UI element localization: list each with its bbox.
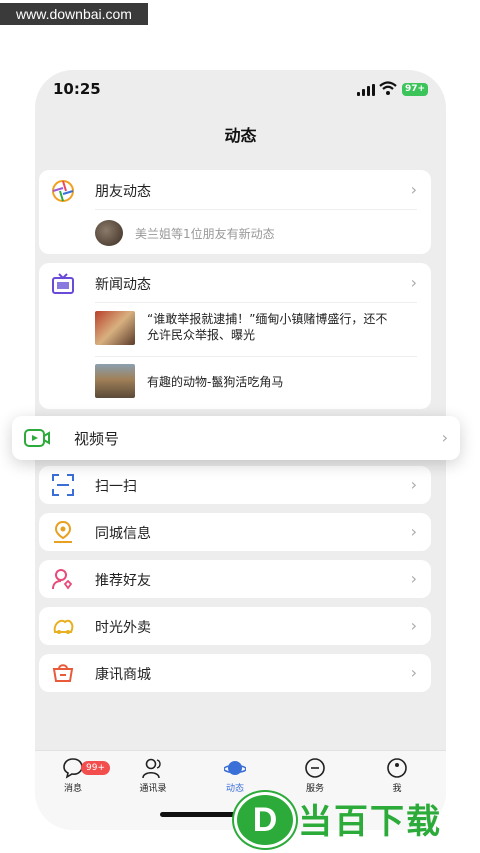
friend-update-text: 美兰姐等1位朋友有新动态	[135, 227, 275, 241]
channels-row-highlight[interactable]: 视频号 ›	[12, 416, 460, 460]
tab-services[interactable]: 服务	[285, 757, 345, 794]
logo-letter: D	[234, 792, 296, 848]
menu-mall[interactable]: 康讯商城 ›	[39, 654, 431, 692]
menu-label: 推荐好友	[95, 573, 151, 589]
chevron-right-icon: ›	[410, 273, 417, 292]
scan-icon	[52, 474, 74, 496]
tab-label: 消息	[63, 784, 82, 794]
chevron-right-icon: ›	[410, 569, 417, 588]
news-thumbnail	[95, 311, 135, 345]
news-row[interactable]: 新闻动态 ›	[39, 263, 431, 303]
location-icon	[54, 520, 72, 543]
menu-local-info[interactable]: 同城信息 ›	[39, 513, 431, 551]
chevron-right-icon: ›	[410, 180, 417, 199]
news-card[interactable]: 新闻动态 › “谁敢举报就逮捕！”缅甸小镇赌博盛行，还不 允许民众举报、曝光 有…	[39, 263, 431, 409]
news-title-line: “谁敢举报就逮捕！”缅甸小镇赌博盛行，还不	[147, 312, 388, 326]
menu-recommend-friends[interactable]: 推荐好友 ›	[39, 560, 431, 598]
tab-moments[interactable]: 动态	[205, 757, 265, 794]
news-title-line: 允许民众举报、曝光	[147, 328, 256, 342]
mall-icon	[52, 664, 74, 682]
moments-camera-icon	[52, 180, 74, 202]
chevron-right-icon: ›	[410, 616, 417, 635]
moments-label: 朋友动态	[95, 184, 151, 200]
channels-label: 视频号	[74, 430, 120, 448]
news-label: 新闻动态	[95, 277, 151, 293]
moments-card[interactable]: 朋友动态 › 美兰姐等1位朋友有新动态	[39, 170, 431, 254]
news-item[interactable]: “谁敢举报就逮捕！”缅甸小镇赌博盛行，还不 允许民众举报、曝光	[95, 311, 417, 349]
tab-messages[interactable]: 99+ 消息	[43, 757, 110, 794]
tab-label: 通讯录	[139, 784, 167, 794]
downbai-logo-watermark: D 当百下载	[234, 790, 474, 848]
divider	[95, 209, 417, 210]
profile-icon	[386, 757, 408, 779]
menu-label: 扫一扫	[95, 479, 137, 495]
takeout-icon	[53, 619, 74, 634]
avatar	[95, 220, 123, 246]
news-title: “谁敢举报就逮捕！”缅甸小镇赌博盛行，还不 允许民众举报、曝光	[147, 311, 387, 343]
watermark-top: www.downbai.com	[0, 3, 148, 25]
recommend-friend-icon	[52, 569, 73, 590]
divider	[95, 356, 417, 357]
page-title: 动态	[224, 126, 257, 145]
menu-scan[interactable]: 扫一扫 ›	[39, 466, 431, 504]
logo-text: 当百下载	[298, 802, 442, 842]
tab-me[interactable]: 我	[367, 757, 427, 794]
unread-badge: 99+	[81, 761, 110, 775]
menu-takeout[interactable]: 时光外卖 ›	[39, 607, 431, 645]
menu-label: 同城信息	[95, 526, 151, 542]
news-thumbnail	[95, 364, 135, 398]
chevron-right-icon: ›	[410, 522, 417, 541]
video-channel-icon	[24, 429, 50, 447]
tab-contacts[interactable]: 通讯录	[123, 757, 183, 794]
tv-news-icon	[52, 273, 74, 294]
news-item[interactable]: 有趣的动物-鬣狗活吃角马	[95, 364, 417, 400]
battery-indicator: 97+	[402, 83, 428, 96]
status-time: 10:25	[53, 80, 101, 98]
moments-row[interactable]: 朋友动态 ›	[39, 170, 431, 210]
menu-label: 康讯商城	[95, 667, 151, 683]
chevron-right-icon: ›	[410, 663, 417, 682]
divider	[95, 302, 417, 303]
status-bar: 10:25 97+	[35, 70, 446, 110]
wifi-icon	[379, 81, 397, 95]
news-title: 有趣的动物-鬣狗活吃角马	[147, 375, 284, 389]
signal-icon	[357, 84, 375, 96]
chevron-right-icon: ›	[410, 475, 417, 494]
menu-label: 时光外卖	[95, 620, 151, 636]
chevron-right-icon: ›	[441, 428, 448, 447]
planet-icon	[223, 757, 247, 779]
contacts-icon	[142, 757, 164, 779]
services-icon	[304, 757, 326, 779]
